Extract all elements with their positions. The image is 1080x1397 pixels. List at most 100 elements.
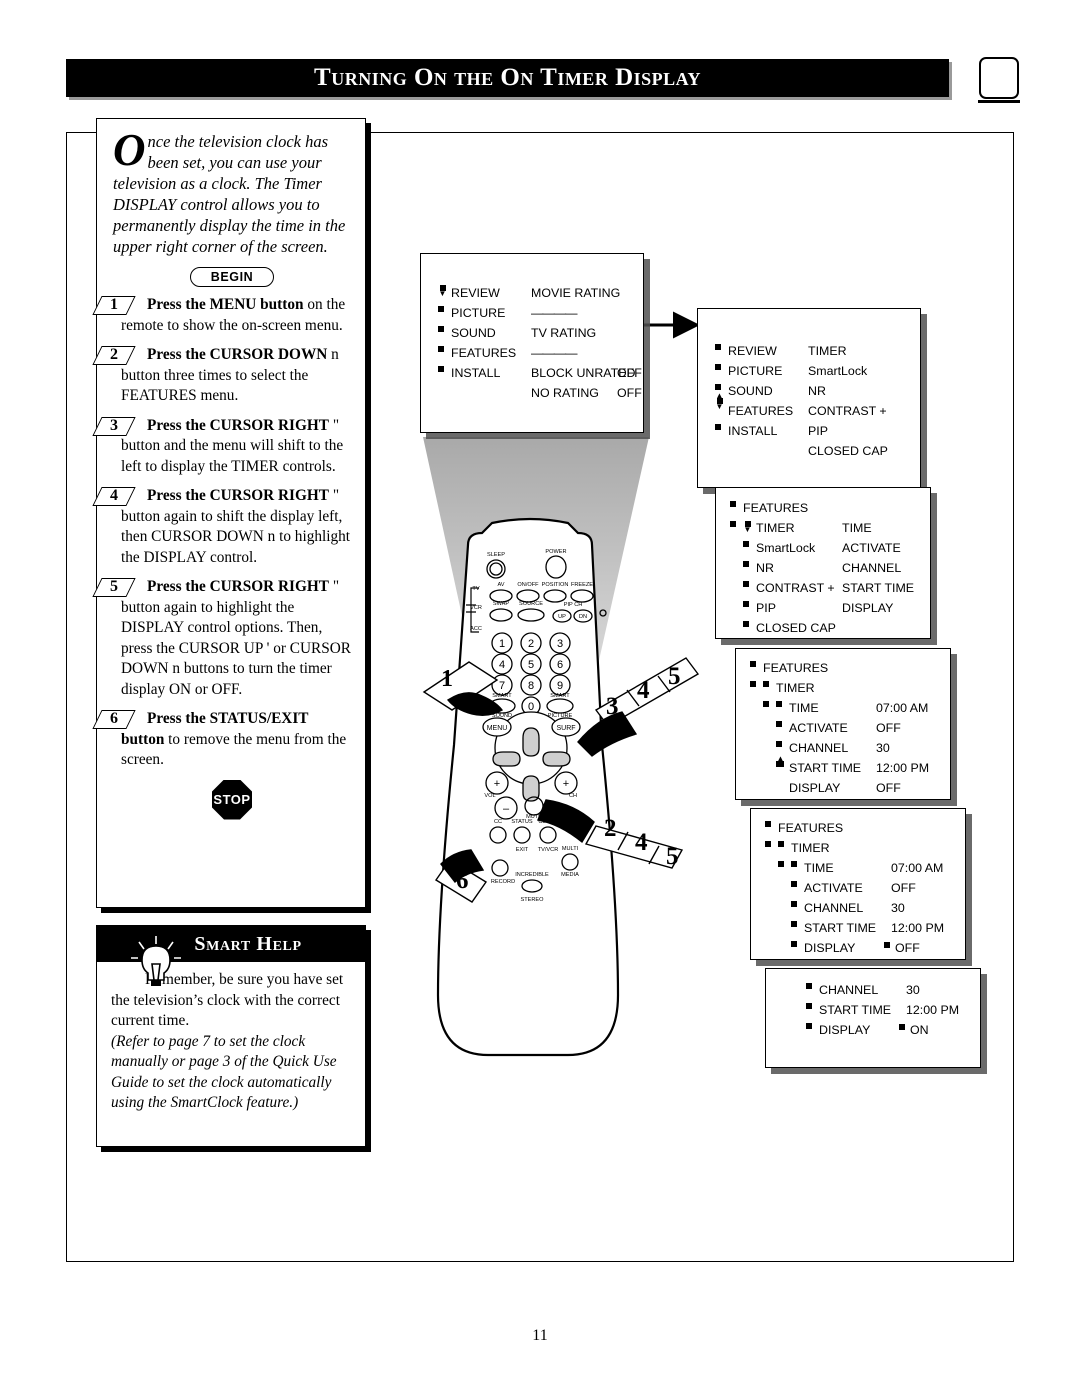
osd-1-value-0: MOVIE RATING xyxy=(531,286,621,300)
osd-1-row-1: PICTURE xyxy=(438,306,505,320)
osd-6-value-1: 12:00 PM xyxy=(906,1003,960,1017)
osd-6-row-2: DISPLAY xyxy=(806,1023,870,1037)
osd-5-row-2: CHANNEL xyxy=(791,901,863,915)
osd-4-value-0: 07:00 AM xyxy=(876,701,929,715)
step-3-number: 3 xyxy=(97,416,131,436)
smart-help-title: Smart Help xyxy=(194,932,302,955)
osd-5-value-cursor xyxy=(882,942,891,948)
osd-3-row-1: SmartLock xyxy=(743,541,815,555)
osd-3-value-0: TIME xyxy=(842,521,872,535)
intro-text: nce the television clock has been set, y… xyxy=(113,132,346,256)
osd-1-value-1: ———— xyxy=(531,306,578,320)
osd-4-value-3: 12:00 PM xyxy=(876,761,930,775)
osd-3-row-2: NR xyxy=(743,561,774,575)
osd-5-value-0: 07:00 AM xyxy=(891,861,944,875)
step-1-number: 1 xyxy=(97,296,131,315)
osd-5-row-0: TIME xyxy=(778,861,834,875)
lightbulb-icon xyxy=(131,936,181,986)
osd-3-row-0: TIMER xyxy=(730,521,795,535)
osd-5-value-3: 12:00 PM xyxy=(891,921,945,935)
osd-5-value-2: 30 xyxy=(891,901,905,915)
osd-3-row-3: CONTRAST + xyxy=(743,581,835,595)
osd-2-row-4: INSTALL xyxy=(715,424,777,438)
osd-4-row-0: TIME xyxy=(763,701,819,715)
step-6-number: 6 xyxy=(97,710,131,729)
osd-1-value-5b: OFF xyxy=(617,386,642,400)
osd-1-value-2: TV RATING xyxy=(531,326,597,340)
osd-3-value-4: DISPLAY xyxy=(842,601,894,615)
osd-2-value-1: SmartLock xyxy=(808,364,868,378)
page-number: 11 xyxy=(532,1327,548,1344)
osd-6-row-1: START TIME xyxy=(806,1003,891,1017)
instruction-steps-panel: Once the television clock has been set, … xyxy=(96,118,366,908)
step-5: 5 Press the CURSOR RIGHT " button again … xyxy=(97,577,351,700)
step-3-lead: Press the CURSOR RIGHT xyxy=(147,416,330,434)
osd-2-row-1: PICTURE xyxy=(715,364,782,378)
osd-screen-features-shifted: ▼ FEATURES TIMER SmartLock NR CONTRAST +… xyxy=(715,487,931,639)
step-2-number: 2 xyxy=(97,346,131,365)
step-2: 2 Press the CURSOR DOWN n button three t… xyxy=(97,345,351,407)
osd-3-value-2: CHANNEL xyxy=(842,561,902,575)
osd-3-header: FEATURES xyxy=(730,501,808,515)
osd-6-value-cursor xyxy=(897,1024,906,1030)
osd-2-value-3: CONTRAST + xyxy=(808,404,887,418)
smart-help-panel: Smart Help Remember, be sure you have se… xyxy=(96,925,366,1147)
osd-1-row-3: FEATURES xyxy=(438,346,516,360)
step-3-glyph: " xyxy=(332,416,340,434)
osd-screen-display-highlight: FEATURES TIMER TIME ACTIVATE CHANNEL STA… xyxy=(750,808,966,960)
osd-4-row-1: ACTIVATE xyxy=(776,721,848,735)
osd-6-value-2: ON xyxy=(910,1023,929,1037)
osd-2-value-2: NR xyxy=(808,384,826,398)
osd-5-row-1: ACTIVATE xyxy=(791,881,863,895)
osd-5-header-1: FEATURES xyxy=(765,821,843,835)
osd-3-row-5: CLOSED CAP xyxy=(743,621,836,635)
osd-1-value-4b: OFF xyxy=(617,366,642,380)
step-1: 1 Press the MENU button on the remote to… xyxy=(97,295,351,336)
osd-5-row-4: DISPLAY xyxy=(791,941,855,955)
tv-screen-icon xyxy=(978,57,1020,103)
step-4-rest: button again to shift the display left, … xyxy=(121,507,351,566)
osd-4-value-1: OFF xyxy=(876,721,901,735)
smart-help-paragraph-2: (Refer to page 7 to set the clock manual… xyxy=(111,1032,337,1112)
step-5-lead: Press the CURSOR RIGHT xyxy=(147,578,330,595)
osd-4-row-2: CHANNEL xyxy=(776,741,848,755)
begin-badge: BEGIN xyxy=(190,267,274,287)
step-5-number: 5 xyxy=(97,578,131,597)
stop-badge: STOP xyxy=(212,779,252,820)
osd-screen-timer-values: ▲ FEATURES TIMER TIME ACTIVATE CHANNEL S… xyxy=(735,648,951,800)
osd-2-value-5: CLOSED CAP xyxy=(808,444,888,458)
step-6: 6 Press the STATUS/EXIT button to remove… xyxy=(97,709,351,771)
osd-4-row-3: START TIME xyxy=(776,761,861,775)
osd-1-value-5: NO RATING xyxy=(531,386,599,400)
step-4-lead: Press the CURSOR RIGHT xyxy=(147,487,330,504)
page-title-bar: Turning On the On Timer Display xyxy=(66,59,949,97)
step-2-lead: Press the CURSOR DOWN xyxy=(147,346,328,363)
intro-paragraph: Once the television clock has been set, … xyxy=(113,125,351,257)
osd-screen-main: ▼ REVIEW PICTURE SOUND FEATURES INSTALL … xyxy=(420,253,644,433)
osd-5-row-3: START TIME xyxy=(791,921,876,935)
step-4: 4 Press the CURSOR RIGHT " button again … xyxy=(97,486,351,568)
osd-2-value-4: PIP xyxy=(808,424,828,438)
intro-dropcap: O xyxy=(113,125,146,175)
osd-3-row-4: PIP xyxy=(743,601,776,615)
step-3: 3 Press the CURSOR RIGHT " button and th… xyxy=(97,416,351,478)
osd-3-value-3: START TIME xyxy=(842,581,915,595)
osd-screen-display-on: CHANNEL START TIME DISPLAY 30 12:00 PM O… xyxy=(765,968,981,1068)
step-4-glyph: " xyxy=(332,487,340,504)
osd-4-header-1: FEATURES xyxy=(750,661,828,675)
osd-2-row-0: REVIEW xyxy=(715,344,777,358)
osd-5-value-1: OFF xyxy=(891,881,916,895)
osd-1-row-2: SOUND xyxy=(438,326,496,340)
osd-2-row-3: FEATURES xyxy=(728,404,794,418)
osd-4-header-2: TIMER xyxy=(750,681,815,695)
osd-1-row-0: REVIEW xyxy=(451,286,500,300)
osd-2-row-2: SOUND xyxy=(715,384,773,398)
osd-5-header-2: TIMER xyxy=(765,841,830,855)
osd-6-row-0: CHANNEL xyxy=(806,983,878,997)
step-5-rest: button again to highlight the DISPLAY co… xyxy=(121,598,351,698)
osd-6-value-0: 30 xyxy=(906,983,920,997)
osd-3-value-1: ACTIVATE xyxy=(842,541,901,555)
osd-screen-features-selected: ▲ ▼ REVIEW PICTURE SOUND FEATURES INSTALL… xyxy=(697,308,921,488)
osd-4-row-4: DISPLAY xyxy=(789,781,841,795)
osd-5-value-4: OFF xyxy=(895,941,920,955)
